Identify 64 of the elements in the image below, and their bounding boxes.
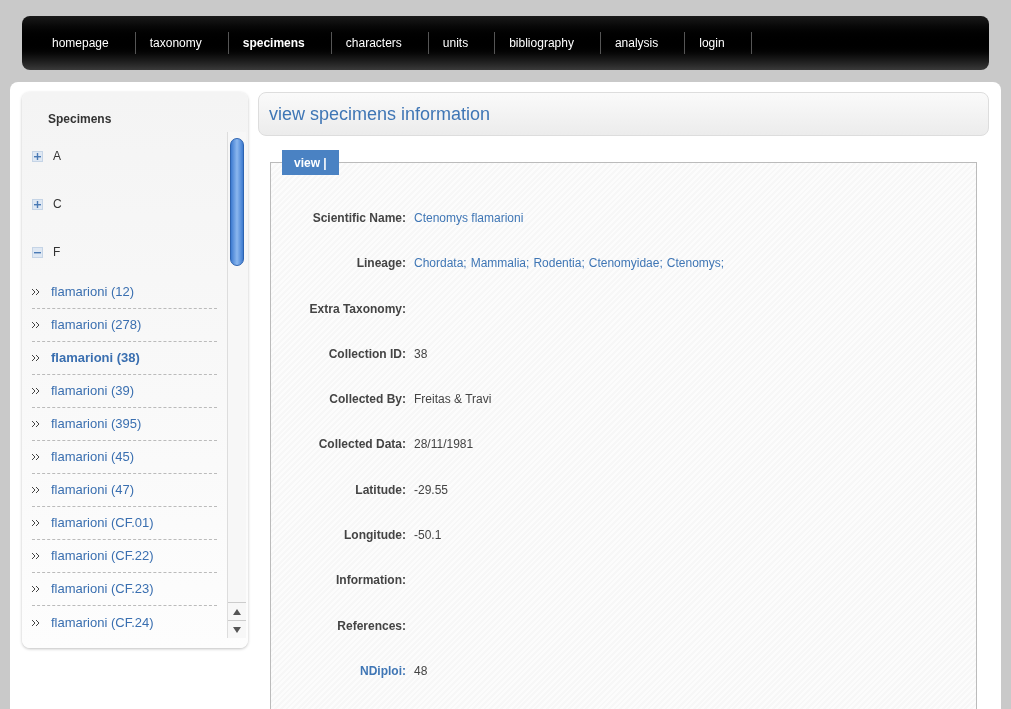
expand-icon[interactable] [32,198,43,210]
sidebar-title: Specimens [47,111,113,128]
field-label: Collection ID: [327,345,406,363]
specimen-link[interactable]: flamarioni (278) [51,315,142,335]
specimen-link[interactable]: flamarioni (12) [51,282,135,302]
field-label: Scientific Name: [311,210,406,227]
field-value: -50.1 [414,527,442,545]
nav-link[interactable]: bibliography [495,32,601,54]
value-link[interactable]: Ctenomys flamarioni [414,209,524,255]
field-label: References: [336,617,406,635]
bullet-icon [32,619,41,626]
group-label[interactable]: C [53,195,62,213]
field-label: Lineage: [355,255,406,273]
bullet-icon [32,322,41,328]
bullet-icon [32,520,41,526]
bullet-icon [32,421,41,427]
specimen-link[interactable]: flamarioni (45) [51,447,135,467]
scrollbar[interactable] [227,132,246,638]
nav-link[interactable]: analysis [600,32,686,54]
nav-link[interactable]: homepage [38,32,136,54]
field-label: Latitude: [354,481,406,499]
field-value: 28/11/1981 [414,436,474,454]
specimen-link[interactable]: flamarioni (CF.24) [51,612,154,633]
specimen-link[interactable]: flamarioni (39) [51,381,135,401]
specimen-link[interactable]: flamarioni (CF.22) [51,546,154,566]
expand-icon[interactable] [32,150,43,162]
field-label: Information: [335,572,406,590]
field-label[interactable]: NDiploi: [271,661,406,708]
page-title: view specimens information [269,102,491,126]
nav-link[interactable]: units [428,32,496,54]
collapse-icon[interactable] [32,246,43,258]
nav-link[interactable]: taxonomy [135,32,229,54]
nav-link[interactable]: login [685,32,752,54]
specimen-link[interactable]: flamarioni (38) [51,348,140,368]
group-label[interactable]: A [53,147,61,165]
value-link[interactable]: Ctenomys; [666,254,725,300]
value-link[interactable]: Mammalia; [470,254,530,300]
field-label: Collected Data: [317,436,406,454]
bullet-icon [32,553,41,559]
view-tab[interactable]: view | [282,150,339,175]
specimen-link[interactable]: flamarioni (47) [51,480,135,500]
bullet-icon [32,388,41,394]
bullet-icon [32,355,41,361]
field-label: Longitude: [343,527,406,545]
specimen-link[interactable]: flamarioni (CF.01) [51,513,154,533]
field-value: 38 [414,345,428,363]
value-link[interactable]: Ctenomyidae; [588,254,663,300]
field-value: -29.55 [414,481,449,499]
field-label: Collected By: [328,391,406,409]
value-link[interactable]: Chordata; [414,254,467,300]
scrollbar-thumb[interactable] [230,138,244,266]
specimen-link[interactable]: flamarioni (CF.23) [51,579,154,599]
field-value: Freitas & Travi [414,391,492,409]
bullet-icon [32,454,41,460]
bullet-icon [32,289,41,295]
nav-link[interactable]: characters [331,32,429,54]
specimen-link[interactable]: flamarioni (395) [51,414,142,434]
field-value: 48 [414,662,428,680]
group-label[interactable]: F [53,243,61,261]
nav-link[interactable]: specimens [228,32,332,54]
bullet-icon [32,586,41,592]
value-link[interactable]: Rodentia; [533,254,585,300]
bullet-icon [32,487,41,493]
field-label: Extra Taxonomy: [308,300,406,318]
